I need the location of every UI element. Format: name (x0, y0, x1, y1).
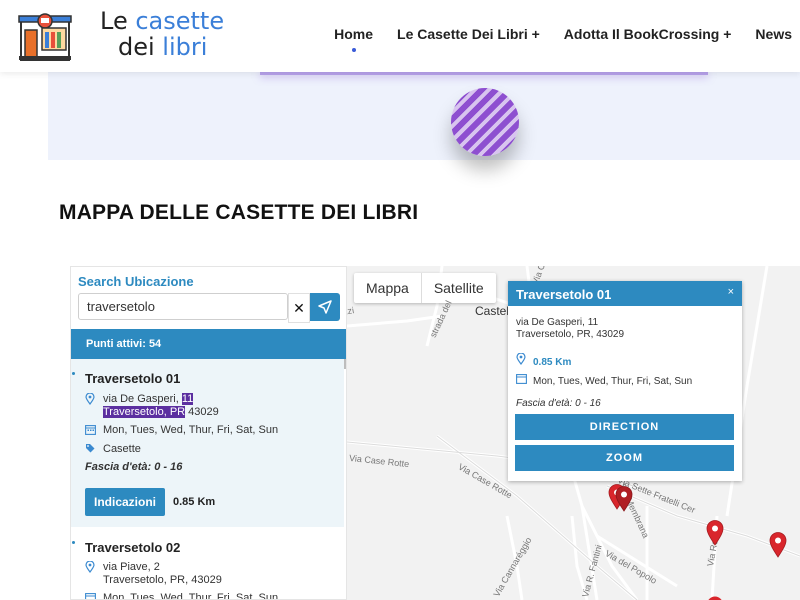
geolocate-button[interactable] (310, 293, 340, 321)
info-address-line1: via De Gasperi, 11 (516, 317, 599, 328)
result-distance: 0.85 Km (173, 496, 216, 508)
location-pin-icon (516, 352, 528, 368)
map-type-satellite-button[interactable]: Satellite (422, 273, 496, 303)
map-marker-icon[interactable] (769, 532, 787, 558)
result-title[interactable]: Traversetolo 01 (85, 371, 180, 386)
navigate-arrow-icon (318, 300, 332, 314)
address-line2-post: 43029 (185, 406, 219, 418)
info-address: via De Gasperi, 11 Traversetolo, PR, 430… (516, 317, 624, 341)
address-line1-pre: via De Gasperi, (103, 393, 182, 405)
result-address: via Piave, 2 Traversetolo, PR, 43029 (85, 560, 222, 587)
page-title: MAPPA DELLE CASETTE DEI LIBRI (59, 201, 419, 224)
decorative-striped-ball (451, 88, 519, 156)
result-title[interactable]: Traversetolo 02 (85, 540, 180, 555)
map-type-map-button[interactable]: Mappa (354, 273, 421, 303)
address-line1: via Piave, 2 (103, 561, 160, 573)
result-category: Casette (85, 443, 141, 457)
search-label: Search Ubicazione (78, 274, 194, 289)
result-age-range: Fascia d'età: 0 - 16 (85, 461, 183, 473)
nav-adotta-bookcrossing[interactable]: Adotta Il BookCrossing + (564, 26, 732, 42)
days-text: Mon, Tues, Wed, Thur, Fri, Sat, Sun (103, 592, 279, 600)
result-bullet (72, 541, 75, 544)
days-text: Mon, Tues, Wed, Thur, Fri, Sat, Sun (103, 424, 279, 436)
map-marker-icon[interactable] (706, 520, 724, 546)
main-nav: Home Le Casette Dei Libri + Adotta Il Bo… (310, 26, 792, 52)
hero-accent-bar (260, 72, 708, 75)
direction-button[interactable]: DIRECTION (515, 414, 734, 440)
logo-line1-accent: casette (135, 7, 225, 35)
active-points-count: Punti attivi: 54 (71, 329, 346, 359)
zoom-button[interactable]: ZOOM (515, 445, 734, 471)
info-distance: 0.85 Km (533, 357, 572, 368)
map-info-window: Traversetolo 01 × via De Gasperi, 11 Tra… (508, 281, 742, 481)
close-icon[interactable]: × (728, 286, 734, 298)
logo-line2-prefix: dei (118, 33, 163, 61)
info-days: Mon, Tues, Wed, Thur, Fri, Sat, Sun (533, 376, 693, 387)
calendar-icon (85, 424, 97, 439)
calendar-icon (85, 592, 97, 599)
map-town-label: Castel (475, 304, 510, 318)
location-pin-icon (85, 392, 97, 409)
clear-search-button[interactable]: ✕ (288, 293, 310, 323)
search-input[interactable] (78, 293, 288, 320)
map-marker-icon[interactable] (615, 486, 633, 512)
result-days: Mon, Tues, Wed, Thur, Fri, Sat, Sun (85, 592, 279, 600)
logo-line1-prefix: Le (100, 7, 136, 35)
location-pin-icon (85, 560, 97, 577)
category-text: Casette (103, 443, 141, 455)
address-line2-highlight: Traversetolo, PR (103, 406, 186, 418)
calendar-icon (516, 373, 528, 387)
store-locator-sidebar: Search Ubicazione ✕ Punti attivi: 54 Tra… (70, 266, 347, 600)
map-type-toggle: Mappa Satellite (354, 273, 496, 303)
info-distance-row: 0.85 Km (516, 352, 572, 368)
nav-casette-dei-libri[interactable]: Le Casette Dei Libri + (397, 26, 540, 42)
directions-button[interactable]: Indicazioni (85, 488, 165, 516)
site-header: Le casette dei libri Home Le Casette Dei… (0, 0, 800, 72)
info-window-title: Traversetolo 01 (516, 287, 612, 302)
nav-home[interactable]: Home (334, 26, 373, 52)
info-address-line2: Traversetolo, PR, 43029 (516, 329, 625, 340)
hero-band (48, 72, 800, 160)
result-address: via De Gasperi, 11 Traversetolo, PR 43029 (85, 392, 219, 419)
close-icon: ✕ (293, 300, 305, 316)
result-bullet (72, 372, 75, 375)
result-days: Mon, Tues, Wed, Thur, Fri, Sat, Sun (85, 424, 278, 439)
info-age-range: Fascia d'età: 0 - 16 (516, 398, 601, 409)
map-marker-icon[interactable] (706, 596, 724, 600)
tag-icon (85, 443, 97, 457)
nav-news[interactable]: News (755, 26, 792, 42)
result-item[interactable]: Traversetolo 01 via De Gasperi, 11 Traver… (71, 359, 344, 527)
logo-house-icon[interactable] (18, 10, 72, 62)
address-line2: Traversetolo, PR, 43029 (103, 574, 222, 586)
address-line1-highlight: 11 (181, 393, 194, 405)
logo-wordmark[interactable]: Le casette dei libri (100, 8, 224, 60)
result-item[interactable]: Traversetolo 02 via Piave, 2 Traversetolo… (71, 529, 344, 600)
info-days-row: Mon, Tues, Wed, Thur, Fri, Sat, Sun (516, 373, 692, 387)
info-window-header: Traversetolo 01 (508, 281, 742, 306)
logo-line2-accent: libri (162, 33, 208, 61)
